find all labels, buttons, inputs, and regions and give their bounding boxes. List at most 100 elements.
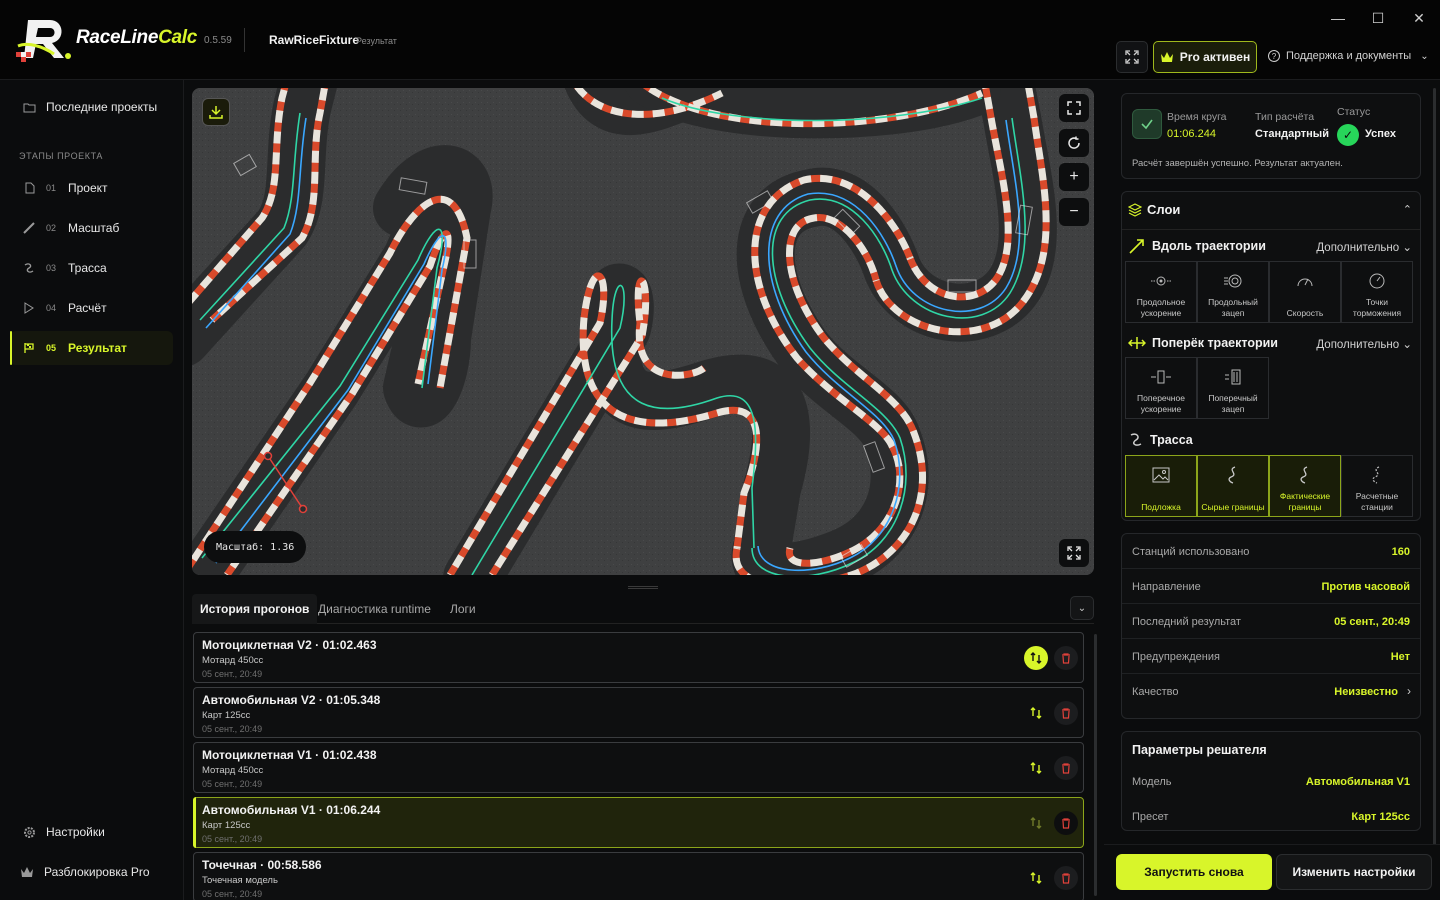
delete-run-button[interactable] — [1054, 756, 1078, 780]
lat-grip-icon — [1222, 367, 1244, 387]
zoom-out-button[interactable]: − — [1059, 198, 1089, 226]
stat-row: Последний результат 05 сент., 20:49 — [1122, 604, 1420, 639]
tab-runtime-diagnostics[interactable]: Диагностика runtime — [318, 594, 431, 624]
layer-speed[interactable]: Скорость — [1269, 261, 1341, 323]
fullscreen-button[interactable] — [1116, 41, 1148, 73]
trash-icon — [1062, 652, 1070, 664]
app-version: 0.5.59 — [204, 35, 232, 46]
app-window: RaceLineCalc 0.5.59 RawRiceFixture Резул… — [0, 0, 1440, 900]
restore-run-button[interactable] — [1024, 701, 1048, 725]
restore-run-button[interactable] — [1024, 756, 1048, 780]
success-check-icon: ✓ — [1337, 124, 1359, 146]
swap-icon — [1030, 707, 1042, 719]
image-icon — [1150, 465, 1172, 485]
swap-icon — [1030, 872, 1042, 884]
tire-icon — [1222, 271, 1244, 291]
calc-type-label: Тип расчёта — [1255, 111, 1315, 123]
stations-icon — [1366, 465, 1388, 485]
gauge-icon — [1366, 271, 1388, 291]
restore-run-button[interactable] — [1024, 866, 1048, 890]
layers-header[interactable]: Слои — [1128, 202, 1180, 217]
project-name: RawRiceFixture — [269, 33, 360, 47]
diagonal-arrow-icon — [1129, 239, 1144, 254]
status-value: Успех — [1365, 128, 1397, 140]
solver-model-value: Автомобильная V1 — [1305, 776, 1410, 788]
export-button[interactable] — [202, 98, 230, 126]
sidebar-item-track[interactable]: 03 Трасса — [10, 251, 173, 285]
crown-icon — [1160, 52, 1173, 62]
status-label: Статус — [1337, 106, 1371, 118]
ruler-icon — [22, 221, 36, 235]
unlock-pro-link[interactable]: Разблокировка Pro — [10, 855, 173, 889]
run-history-item[interactable]: Мотоциклетная V1 · 01:02.438 Мотард 450c… — [193, 742, 1084, 793]
play-icon — [22, 301, 36, 315]
layer-lat-grip[interactable]: Поперечный зацеп — [1197, 357, 1269, 419]
result-summary-card: Время круга 01:06.244 Тип расчёта Станда… — [1121, 93, 1421, 179]
zoom-in-button[interactable]: + — [1059, 163, 1089, 191]
layer-long-accel[interactable]: Продольное ускорение — [1125, 261, 1197, 323]
tab-logs[interactable]: Логи — [450, 594, 476, 624]
close-icon[interactable]: ✕ — [1407, 8, 1431, 28]
run-history-item[interactable]: Мотоциклетная V2 · 01:02.463 Мотард 450c… — [193, 632, 1084, 683]
change-settings-button[interactable]: Изменить настройки — [1276, 854, 1432, 890]
restore-run-button[interactable] — [1024, 811, 1048, 835]
swap-icon — [1030, 817, 1042, 829]
chevron-down-icon: ⌄ — [1420, 50, 1429, 62]
delete-run-button[interactable] — [1054, 866, 1078, 890]
layer-actual-bounds[interactable]: Фактические границы — [1269, 455, 1341, 517]
run-history-item-selected[interactable]: Автомобильная V1 · 01:06.244 Карт 125cc … — [193, 797, 1084, 848]
fit-view-button[interactable] — [1059, 94, 1089, 122]
lap-timer-icon — [1132, 109, 1162, 139]
sidebar-item-project[interactable]: 01 Проект — [10, 171, 173, 205]
delete-run-button[interactable] — [1054, 701, 1078, 725]
chevron-up-icon[interactable]: ⌃ — [1403, 203, 1412, 216]
pro-status-button[interactable]: Pro активен — [1153, 41, 1257, 73]
refresh-icon — [1068, 136, 1080, 149]
delete-run-button[interactable] — [1054, 811, 1078, 835]
results-panel-scrollbar[interactable] — [1433, 88, 1436, 848]
layer-background[interactable]: Подложка — [1125, 455, 1197, 517]
chevron-down-icon: ⌄ — [1402, 242, 1412, 254]
support-docs-menu[interactable]: ? Поддержка и документы ⌄ — [1268, 50, 1429, 62]
minimize-icon[interactable]: — — [1326, 8, 1350, 28]
collapse-panel-button[interactable]: ⌄ — [1070, 596, 1094, 620]
settings-link[interactable]: Настройки — [10, 815, 173, 849]
sidebar-item-result[interactable]: 05 Результат — [10, 331, 173, 365]
sidebar-item-calculation[interactable]: 04 Расчёт — [10, 291, 173, 325]
run-again-button[interactable]: Запустить снова — [1116, 854, 1272, 890]
run-list-scrollbar[interactable] — [1094, 630, 1098, 900]
sidebar-item-scale[interactable]: 02 Масштаб — [10, 211, 173, 245]
crown-icon — [20, 865, 34, 879]
layer-lat-accel[interactable]: Поперечное ускорение — [1125, 357, 1197, 419]
raw-bounds-icon — [1222, 465, 1244, 485]
tab-run-history[interactable]: История прогонов — [192, 594, 318, 624]
panel-resize-handle[interactable] — [628, 586, 658, 589]
lap-time-label: Время круга — [1167, 111, 1227, 123]
trash-icon — [1062, 762, 1070, 774]
layer-calc-stations[interactable]: Расчетные станции — [1341, 455, 1413, 517]
speedometer-icon — [1294, 271, 1316, 291]
results-panel: Время круга 01:06.244 Тип расчёта Станда… — [1104, 80, 1440, 900]
across-more-dropdown[interactable]: Дополнительно ⌄ — [1316, 337, 1412, 351]
restore-run-button[interactable] — [1024, 646, 1048, 670]
stages-heading: ЭТАПЫ ПРОЕКТА — [19, 151, 104, 161]
run-history-item[interactable]: Точечная · 00:58.586 Точечная модель 05 … — [193, 852, 1084, 900]
maximize-icon[interactable]: ☐ — [1366, 8, 1390, 28]
run-history-item[interactable]: Автомобильная V2 · 01:05.348 Карт 125cc … — [193, 687, 1084, 738]
status-message: Расчёт завершён успешно. Результат актуа… — [1132, 158, 1343, 169]
along-more-dropdown[interactable]: Дополнительно ⌄ — [1316, 240, 1412, 254]
recent-projects-link[interactable]: Последние проекты — [10, 90, 173, 124]
delete-run-button[interactable] — [1054, 646, 1078, 670]
layer-brake-points[interactable]: Точки торможения — [1341, 261, 1413, 323]
along-trajectory-heading: Вдоль траектории — [1128, 237, 1266, 255]
layer-long-grip[interactable]: Продольный зацеп — [1197, 261, 1269, 323]
actual-bounds-icon — [1294, 465, 1316, 485]
reset-view-button[interactable] — [1059, 129, 1089, 157]
trash-icon — [1062, 707, 1070, 719]
layer-raw-bounds[interactable]: Сырые границы — [1197, 455, 1269, 517]
track-map — [192, 88, 1094, 575]
quality-row[interactable]: Качество Неизвестно › — [1122, 674, 1420, 709]
track-map-viewport[interactable]: + − Масштаб: 1.36 — [192, 88, 1094, 575]
expand-map-button[interactable] — [1059, 539, 1089, 567]
folder-icon — [22, 100, 36, 114]
